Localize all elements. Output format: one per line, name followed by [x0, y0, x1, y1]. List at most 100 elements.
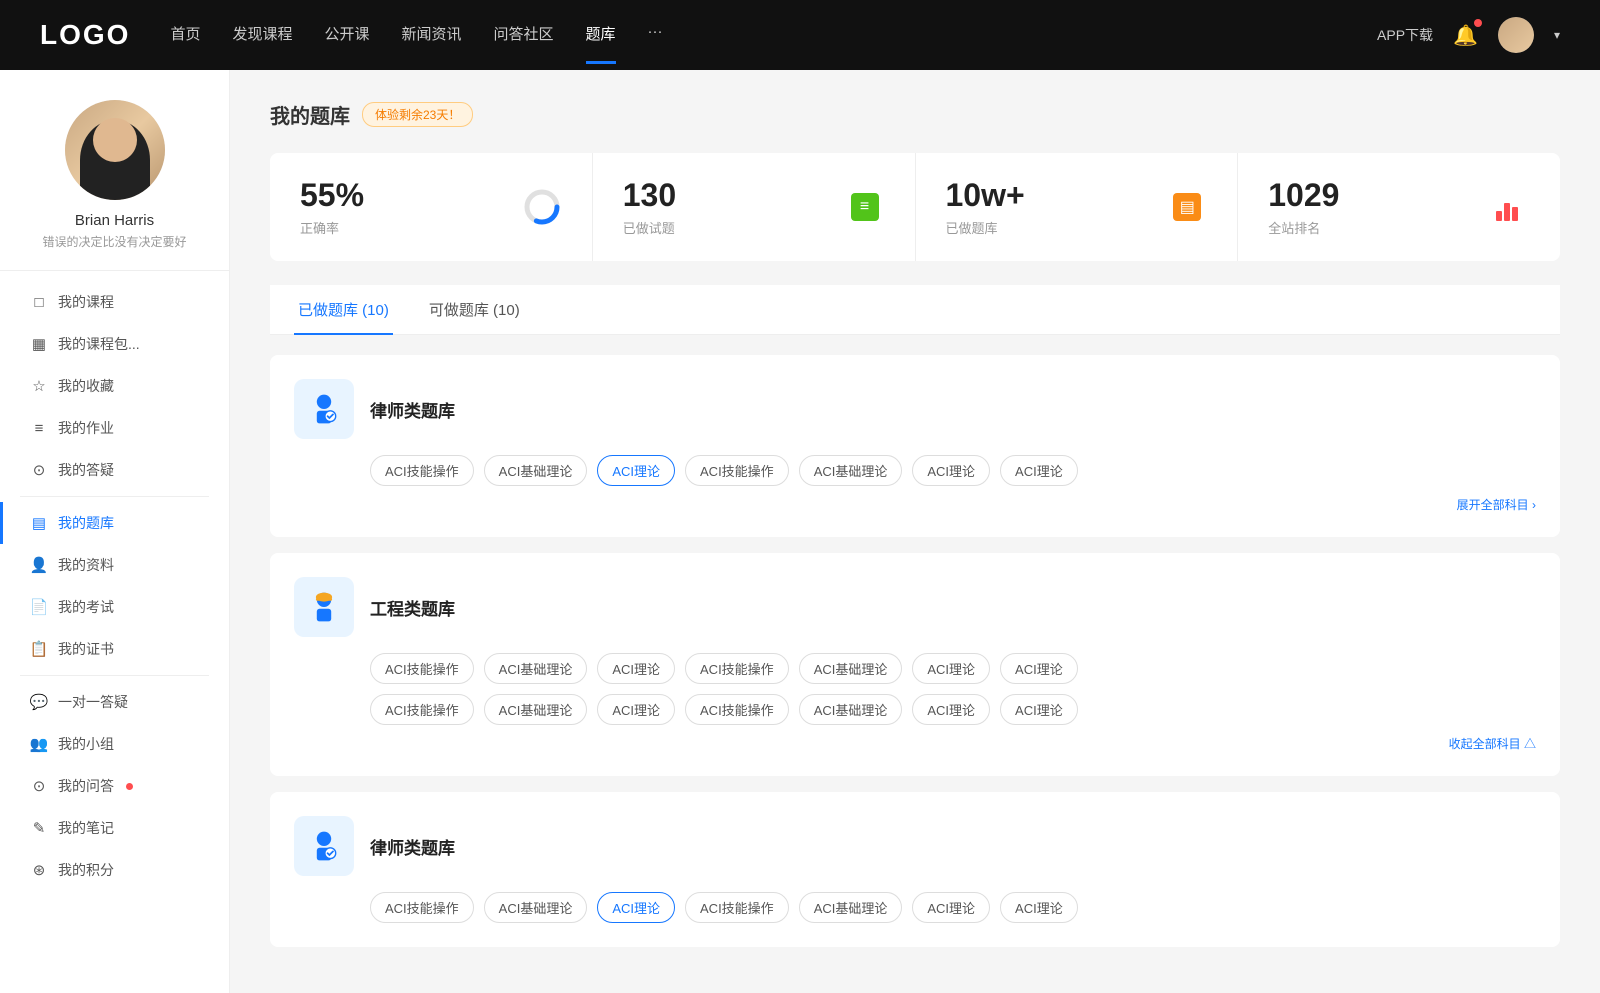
sidebar-item-profile[interactable]: 👤 我的资料: [0, 544, 229, 586]
tag[interactable]: ACI理论: [597, 694, 675, 725]
tag[interactable]: ACI基础理论: [484, 455, 588, 486]
sidebar-item-label: 我的答疑: [58, 460, 114, 480]
bar2: [1504, 203, 1510, 221]
nav-discover[interactable]: 发现课程: [232, 23, 292, 48]
homework-icon: ≡: [30, 419, 48, 437]
sidebar-item-label: 我的积分: [58, 860, 114, 880]
tag[interactable]: ACI理论: [1000, 694, 1078, 725]
qbank-title-lawyer-2: 律师类题库: [370, 834, 455, 859]
tag[interactable]: ACI基础理论: [484, 653, 588, 684]
sidebar-item-course-package[interactable]: ▦ 我的课程包...: [0, 323, 229, 365]
tag[interactable]: ACI理论: [1000, 892, 1078, 923]
chevron-down-icon[interactable]: ▾: [1554, 28, 1560, 42]
sidebar-item-qa[interactable]: ⊙ 我的答疑: [0, 449, 229, 491]
sidebar-item-notes[interactable]: ✎ 我的笔记: [0, 807, 229, 849]
stat-rank: 1029 全站排名: [1238, 153, 1560, 261]
sidebar-item-exam[interactable]: 📄 我的考试: [0, 586, 229, 628]
tag[interactable]: ACI理论: [597, 653, 675, 684]
tag[interactable]: ACI基础理论: [799, 455, 903, 486]
main-layout: Brian Harris 错误的决定比没有决定要好 □ 我的课程 ▦ 我的课程包…: [0, 70, 1600, 993]
tag[interactable]: ACI技能操作: [685, 892, 789, 923]
sidebar-item-label: 一对一答疑: [58, 692, 128, 712]
tag[interactable]: ACI技能操作: [685, 455, 789, 486]
profile-icon: 👤: [30, 556, 48, 574]
question-icon: ⊙: [30, 777, 48, 795]
nav-qa[interactable]: 问答社区: [494, 23, 554, 48]
tag[interactable]: ACI理论: [912, 653, 990, 684]
stat-banks-label: 已做题库: [946, 218, 1152, 237]
tag[interactable]: ACI技能操作: [370, 892, 474, 923]
sidebar-item-group[interactable]: 👥 我的小组: [0, 723, 229, 765]
tag[interactable]: ACI技能操作: [370, 694, 474, 725]
stat-accuracy-value: 55%: [300, 177, 506, 214]
stat-rank-value: 1029: [1268, 177, 1474, 214]
nav-more[interactable]: ···: [648, 23, 663, 48]
sidebar-item-my-courses[interactable]: □ 我的课程: [0, 281, 229, 323]
tag-active[interactable]: ACI理论: [597, 892, 675, 923]
sidebar-item-questions[interactable]: ⊙ 我的问答: [0, 765, 229, 807]
qbank-header-lawyer2: 律师类题库: [294, 816, 1536, 876]
stat-accuracy: 55% 正确率: [270, 153, 593, 261]
tab-available[interactable]: 可做题库 (10): [425, 285, 524, 334]
tab-done[interactable]: 已做题库 (10): [294, 285, 393, 334]
lawyer-icon-wrap: [294, 379, 354, 439]
sidebar-item-1on1[interactable]: 💬 一对一答疑: [0, 681, 229, 723]
tabs-row: 已做题库 (10) 可做题库 (10): [270, 285, 1560, 335]
app-download-link[interactable]: APP下载: [1377, 25, 1433, 45]
stat-banks-group: 10w+ 已做题库: [946, 177, 1152, 237]
qbank-title-lawyer-1: 律师类题库: [370, 397, 455, 422]
divider2: [20, 675, 209, 676]
tag[interactable]: ACI理论: [912, 694, 990, 725]
rank-bar-icon: [1490, 187, 1530, 227]
tag[interactable]: ACI理论: [1000, 455, 1078, 486]
sidebar-item-label: 我的收藏: [58, 376, 114, 396]
tag[interactable]: ACI技能操作: [685, 694, 789, 725]
divider: [20, 496, 209, 497]
tag-active[interactable]: ACI理论: [597, 455, 675, 486]
collapse-link-engineer[interactable]: 收起全部科目 △: [294, 735, 1536, 752]
qbank-header-eng: 工程类题库: [294, 577, 1536, 637]
nav-home[interactable]: 首页: [170, 23, 200, 48]
tag[interactable]: ACI技能操作: [370, 653, 474, 684]
lawyer2-icon-wrap: [294, 816, 354, 876]
qbank-icon: ▤: [30, 514, 48, 532]
tag[interactable]: ACI技能操作: [685, 653, 789, 684]
bell-icon[interactable]: 🔔: [1453, 23, 1478, 48]
nav-open-course[interactable]: 公开课: [324, 23, 369, 48]
points-icon: ⊛: [30, 861, 48, 879]
navbar: LOGO 首页 发现课程 公开课 新闻资讯 问答社区 题库 ··· APP下载 …: [0, 0, 1600, 70]
tag[interactable]: ACI理论: [1000, 653, 1078, 684]
tag[interactable]: ACI技能操作: [370, 455, 474, 486]
sidebar-item-label: 我的课程: [58, 292, 114, 312]
sidebar-item-label: 我的课程包...: [58, 334, 140, 354]
sidebar-item-points[interactable]: ⊛ 我的积分: [0, 849, 229, 891]
stat-accuracy-label: 正确率: [300, 218, 506, 237]
sidebar-item-favorites[interactable]: ☆ 我的收藏: [0, 365, 229, 407]
tag[interactable]: ACI基础理论: [484, 892, 588, 923]
bar1: [1496, 211, 1502, 221]
sidebar-item-qbank[interactable]: ▤ 我的题库: [0, 502, 229, 544]
tag[interactable]: ACI理论: [912, 892, 990, 923]
sidebar-item-label: 我的小组: [58, 734, 114, 754]
logo: LOGO: [40, 19, 130, 51]
expand-link-lawyer-1[interactable]: 展开全部科目 ›: [294, 496, 1536, 513]
tag[interactable]: ACI基础理论: [484, 694, 588, 725]
tag[interactable]: ACI理论: [912, 455, 990, 486]
sidebar-item-certificate[interactable]: 📋 我的证书: [0, 628, 229, 670]
sidebar-profile: Brian Harris 错误的决定比没有决定要好: [0, 100, 229, 271]
main-content: 我的题库 体验剩余23天！ 55% 正确率 1: [230, 70, 1600, 993]
nav-qbank[interactable]: 题库: [586, 23, 616, 48]
courses-icon: □: [30, 293, 48, 311]
sidebar-bio: 错误的决定比没有决定要好: [42, 233, 186, 250]
orange-doc: ▤: [1173, 193, 1201, 221]
nav-news[interactable]: 新闻资讯: [402, 23, 462, 48]
sidebar-username: Brian Harris: [75, 212, 154, 229]
sidebar-item-label: 我的资料: [58, 555, 114, 575]
tag[interactable]: ACI基础理论: [799, 653, 903, 684]
tag[interactable]: ACI基础理论: [799, 694, 903, 725]
sidebar-item-homework[interactable]: ≡ 我的作业: [0, 407, 229, 449]
stat-rank-label: 全站排名: [1268, 218, 1474, 237]
avatar[interactable]: [1498, 17, 1534, 53]
tag[interactable]: ACI基础理论: [799, 892, 903, 923]
stat-done-banks: 10w+ 已做题库 ▤: [916, 153, 1239, 261]
